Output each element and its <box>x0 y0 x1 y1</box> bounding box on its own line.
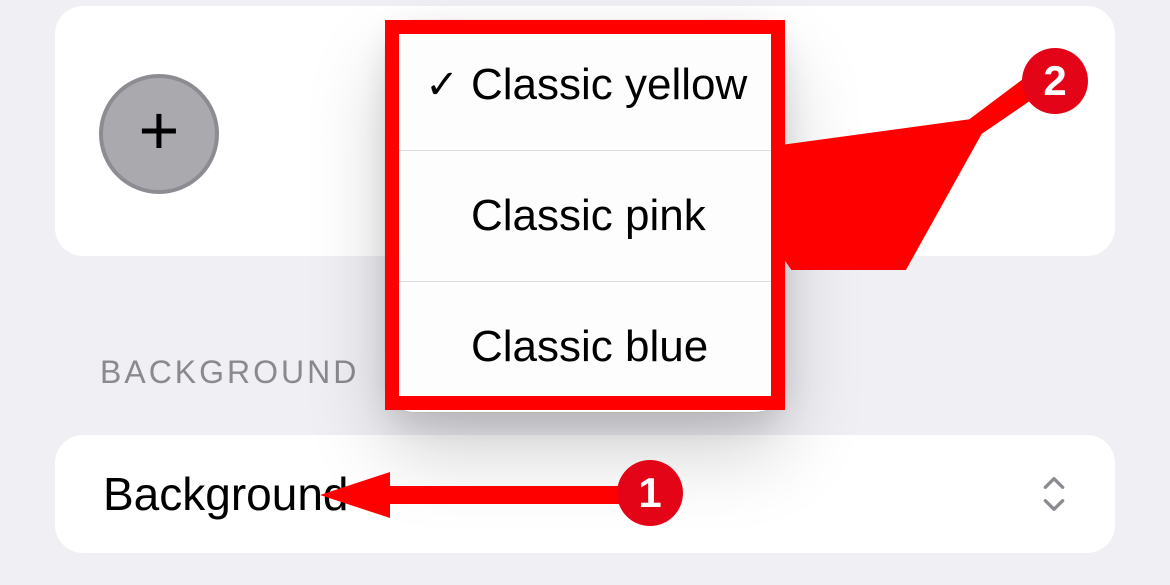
background-options-popup: ✓ Classic yellow Classic pink Classic bl… <box>385 20 785 412</box>
option-label: Classic yellow <box>471 60 747 110</box>
option-label: Classic blue <box>471 322 708 372</box>
checkmark-icon: ✓ <box>417 62 467 108</box>
option-label: Classic pink <box>471 191 706 241</box>
updown-chevrons-icon <box>1041 475 1067 513</box>
option-classic-pink[interactable]: Classic pink <box>385 150 785 281</box>
background-row[interactable]: Background <box>55 435 1115 553</box>
add-widget-button[interactable]: + <box>99 74 219 194</box>
background-section-header: BACKGROUND <box>100 354 359 391</box>
plus-icon: + <box>139 95 180 165</box>
option-classic-yellow[interactable]: ✓ Classic yellow <box>385 20 785 150</box>
background-row-label: Background <box>103 467 349 521</box>
option-classic-blue[interactable]: Classic blue <box>385 281 785 412</box>
